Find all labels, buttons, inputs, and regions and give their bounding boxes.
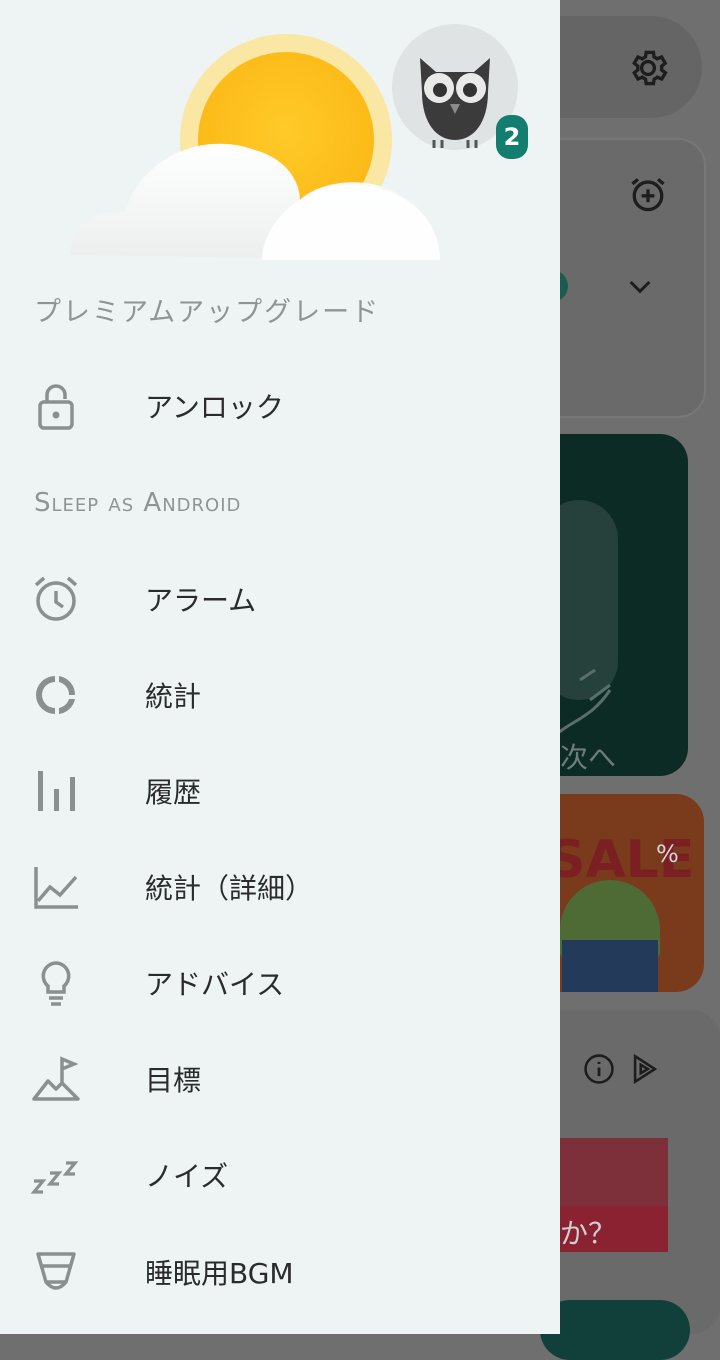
settings-gear-icon[interactable] [626, 46, 670, 90]
menu-item-goal[interactable]: 目標 [0, 1031, 560, 1127]
lightbulb-icon [41, 961, 71, 1006]
zzz-icon [30, 1161, 79, 1194]
menu-item-unlock[interactable]: アンロック [0, 358, 560, 454]
sale-percent: % [656, 840, 679, 868]
ad-choices-icon[interactable] [628, 1052, 662, 1086]
line-chart-icon [34, 867, 78, 909]
mascot-body [562, 940, 658, 992]
ad-question-text: か？ [560, 1217, 617, 1250]
menu-item-stats[interactable]: 統計 [0, 647, 560, 743]
notification-badge: 2 [496, 115, 528, 159]
menu-item-history[interactable]: 履歴 [0, 743, 560, 839]
menu-item-advice[interactable]: アドバイス [0, 935, 560, 1031]
menu-item-noise[interactable]: ノイズ [0, 1127, 560, 1223]
menu-item-label: アンロック [145, 391, 284, 424]
menu-item-label: 統計 [145, 680, 202, 713]
menu-item-label: 履歴 [145, 776, 202, 809]
menu-item-label: アラーム [145, 584, 257, 617]
add-alarm-icon[interactable] [626, 172, 670, 216]
menu-item-label: 睡眠用BGM [145, 1257, 294, 1290]
menu-item-label: ノイズ [145, 1160, 229, 1193]
next-text[interactable]: 次へ [560, 736, 616, 776]
lock-open-icon [38, 384, 74, 430]
app-section-header: Sleep as Android [34, 488, 242, 518]
info-icon[interactable] [582, 1052, 616, 1086]
menu-item-alarm[interactable]: アラーム [0, 551, 560, 647]
donut-chart-icon [36, 676, 76, 714]
drawer-header: 2 [0, 0, 560, 270]
alarm-clock-icon [34, 576, 78, 621]
lullaby-cup-icon [36, 1252, 76, 1290]
floating-action-button[interactable] [540, 1300, 690, 1360]
bar-chart-icon [38, 771, 75, 811]
menu-item-label: 目標 [145, 1064, 202, 1097]
menu-item-lullaby[interactable]: 睡眠用BGM [0, 1224, 560, 1320]
navigation-drawer: 2 プレミアムアップグレード アンロック Sleep as Android アラ… [0, 0, 560, 1334]
chevron-down-icon[interactable] [624, 270, 656, 302]
menu-item-label: 統計（詳細） [145, 872, 314, 905]
mountain-flag-icon [32, 1056, 80, 1101]
premium-section-header: プレミアムアップグレード [34, 297, 381, 328]
menu-item-label: アドバイス [145, 968, 285, 1001]
owl-icon [420, 58, 490, 148]
menu-item-stats-detail[interactable]: 統計（詳細） [0, 839, 560, 935]
